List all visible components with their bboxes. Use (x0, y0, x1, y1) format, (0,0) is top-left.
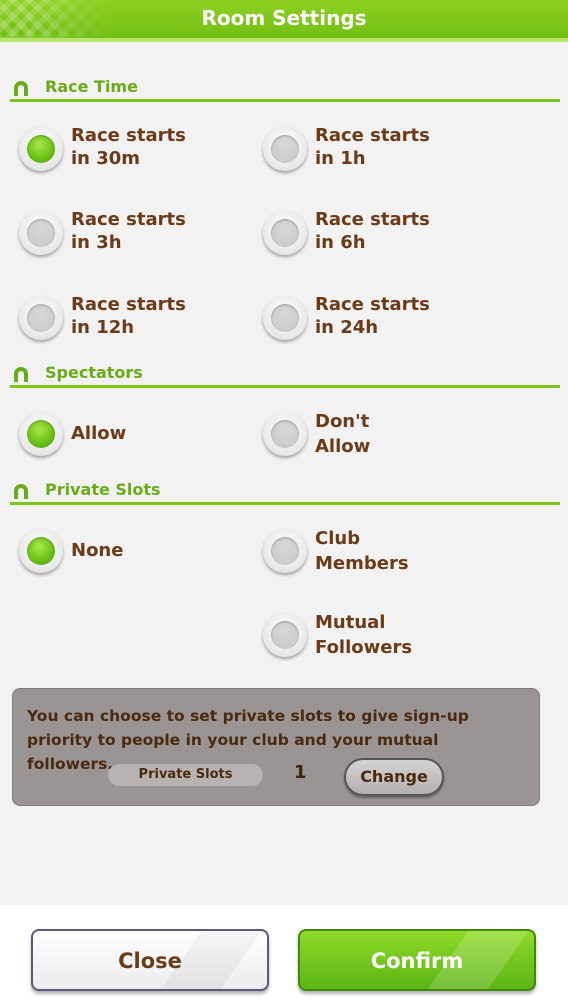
radio-label: Race starts in 3h (71, 209, 186, 253)
radio-label: Race starts in 30m (71, 125, 186, 169)
change-button[interactable]: Change (344, 758, 444, 796)
radio-ring (263, 529, 307, 573)
radio-race-12h[interactable]: Race starts in 12h (19, 293, 239, 343)
radio-private-none[interactable]: None (19, 526, 239, 576)
radio-dot (271, 537, 299, 565)
radio-label: Don't Allow (315, 411, 371, 457)
section-label: Private Slots (45, 480, 161, 499)
radio-dot (27, 219, 55, 247)
private-slots-info-panel: You can choose to set private slots to g… (12, 688, 540, 806)
radio-dot (271, 621, 299, 649)
radio-label: Club Members (315, 528, 409, 574)
radio-ring (19, 296, 63, 340)
radio-label: Race starts in 12h (71, 294, 186, 338)
confirm-button[interactable]: Confirm (298, 929, 536, 991)
horseshoe-icon (14, 367, 28, 382)
radio-ring (19, 211, 63, 255)
private-slots-count: 1 (294, 762, 307, 783)
radio-ring (263, 613, 307, 657)
close-button-label: Close (118, 949, 182, 973)
radio-dot (271, 304, 299, 332)
horseshoe-icon (14, 484, 28, 499)
close-button[interactable]: Close (31, 929, 269, 991)
radio-label: Race starts in 6h (315, 209, 430, 253)
radio-dot (27, 304, 55, 332)
page-title: Room Settings (201, 6, 367, 30)
confirm-button-label: Confirm (370, 949, 464, 973)
info-message: You can choose to set private slots to g… (27, 707, 469, 773)
radio-race-30m[interactable]: Race starts in 30m (19, 124, 239, 174)
radio-spectators-dont-allow[interactable]: Don't Allow (263, 409, 483, 459)
radio-selected-dot (27, 537, 55, 565)
radio-selected-dot (27, 135, 55, 163)
radio-ring (19, 529, 63, 573)
radio-race-6h[interactable]: Race starts in 6h (263, 208, 483, 258)
radio-ring (263, 211, 307, 255)
radio-ring (263, 127, 307, 171)
radio-dot (271, 135, 299, 163)
radio-label: Race starts in 24h (315, 294, 430, 338)
radio-ring (263, 296, 307, 340)
radio-ring (19, 412, 63, 456)
radio-spectators-allow[interactable]: Allow (19, 409, 239, 459)
radio-race-24h[interactable]: Race starts in 24h (263, 293, 483, 343)
section-label: Spectators (45, 363, 143, 382)
radio-label: None (71, 540, 124, 561)
section-header-race-time: Race Time (10, 76, 560, 102)
section-label: Race Time (45, 77, 138, 96)
radio-dot (271, 420, 299, 448)
title-bar: Room Settings (0, 0, 568, 42)
header-divider (0, 38, 568, 42)
private-slots-label: Private Slots (108, 764, 263, 786)
section-header-spectators: Spectators (10, 362, 560, 388)
radio-private-mutual-followers[interactable]: Mutual Followers (263, 610, 483, 660)
horseshoe-icon (14, 81, 28, 96)
radio-selected-dot (27, 420, 55, 448)
radio-label: Allow (71, 423, 127, 444)
radio-ring (19, 127, 63, 171)
radio-private-club-members[interactable]: Club Members (263, 526, 483, 576)
radio-ring (263, 412, 307, 456)
radio-race-3h[interactable]: Race starts in 3h (19, 208, 239, 258)
radio-label: Mutual Followers (315, 612, 413, 658)
section-header-private-slots: Private Slots (10, 479, 560, 505)
radio-dot (271, 219, 299, 247)
radio-race-1h[interactable]: Race starts in 1h (263, 124, 483, 174)
radio-label: Race starts in 1h (315, 125, 430, 169)
